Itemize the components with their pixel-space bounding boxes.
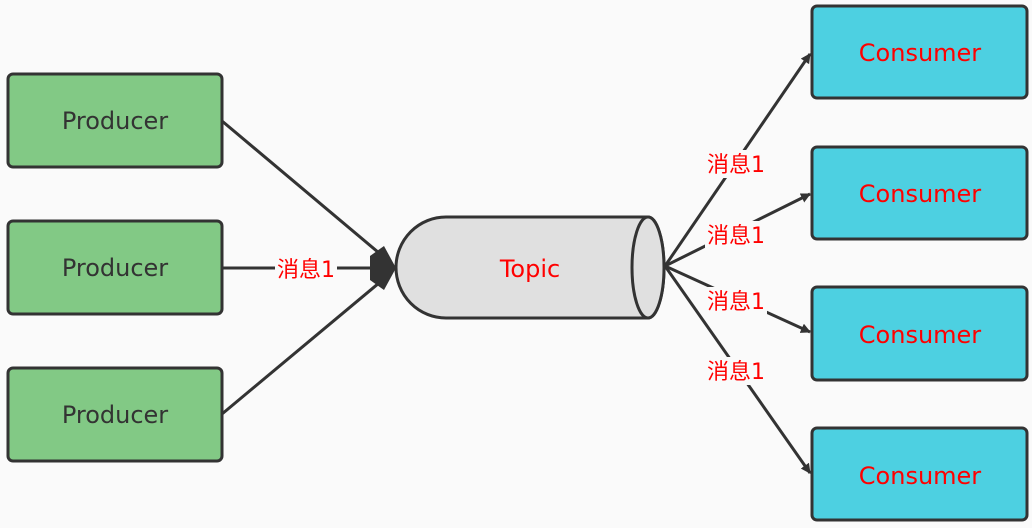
consumer-node-1[interactable]: Consumer <box>810 4 1029 100</box>
producer-node-2[interactable]: Producer <box>6 219 224 316</box>
edge-label-producer-topic: 消息1 <box>277 258 335 283</box>
consumer-label: Consumer <box>859 180 982 208</box>
diagram-canvas: 消息1 消息1 消息1 消息1 消息1 Producer Producer Pr… <box>6 4 1029 522</box>
edge-label-consumer-4: 消息1 <box>707 360 765 385</box>
edge-arrowhead-topic <box>370 246 396 290</box>
producer-label: Producer <box>62 401 168 429</box>
consumer-node-4[interactable]: Consumer <box>810 426 1029 522</box>
topic-node[interactable]: Topic <box>394 215 666 320</box>
producer-node-3[interactable]: Producer <box>6 366 224 463</box>
topic-label: Topic <box>499 255 560 283</box>
consumer-node-3[interactable]: Consumer <box>810 285 1029 382</box>
consumer-label: Consumer <box>859 39 982 67</box>
edge-producer-3-topic <box>221 276 386 416</box>
edge-label-consumer-1: 消息1 <box>707 153 765 178</box>
consumer-node-2[interactable]: Consumer <box>810 145 1029 241</box>
consumer-label: Consumer <box>859 462 982 490</box>
edge-producer-1-topic <box>221 119 386 260</box>
consumer-label: Consumer <box>859 321 982 349</box>
producer-label: Producer <box>62 107 168 135</box>
edge-label-consumer-2: 消息1 <box>707 224 765 249</box>
producer-label: Producer <box>62 254 168 282</box>
edge-label-consumer-3: 消息1 <box>707 290 765 315</box>
producer-node-1[interactable]: Producer <box>6 72 224 169</box>
